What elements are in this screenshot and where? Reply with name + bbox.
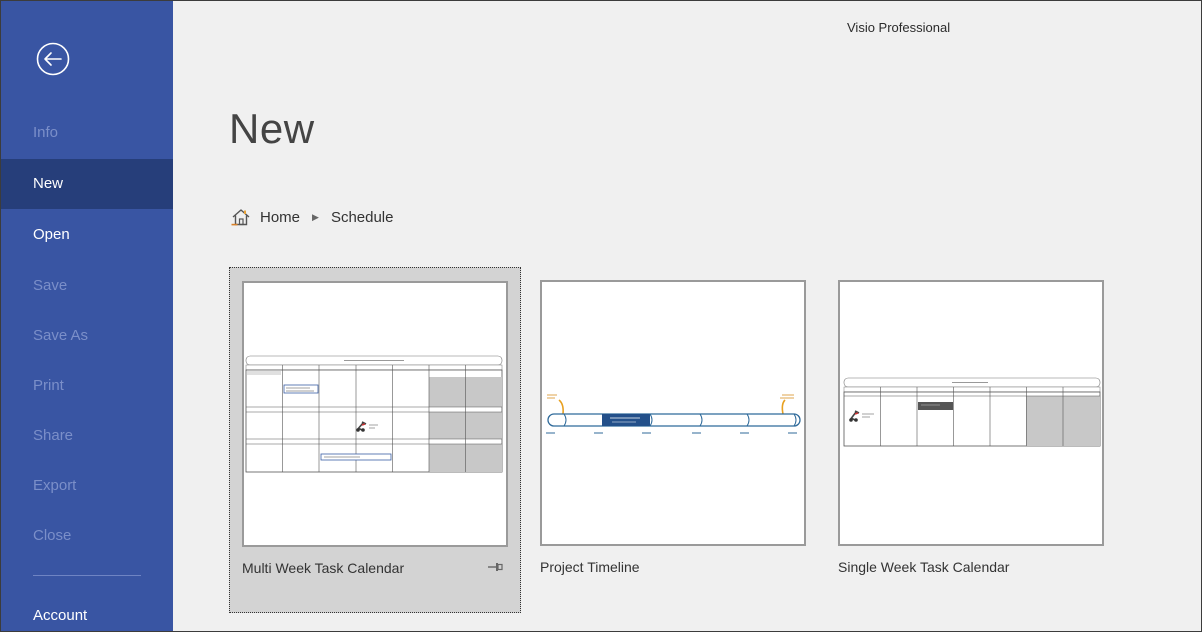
sidebar-item-share[interactable]: Share xyxy=(1,411,173,461)
calendar-preview-image xyxy=(245,355,503,473)
sidebar-item-new[interactable]: New xyxy=(1,159,173,209)
sidebar-item-print[interactable]: Print xyxy=(1,361,173,411)
template-thumbnail xyxy=(242,281,508,547)
triangle-right-icon: ▶ xyxy=(312,211,319,222)
sidebar-item-open[interactable]: Open xyxy=(1,210,173,260)
backstage-sidebar: Info New Open Save Save As Print Share E… xyxy=(1,1,173,631)
sidebar-item-save[interactable]: Save xyxy=(1,261,173,311)
page-title: New xyxy=(229,105,315,152)
back-arrow-icon xyxy=(36,42,70,76)
sidebar-divider xyxy=(33,575,141,576)
app-title: Visio Professional xyxy=(847,20,951,35)
sidebar-item-save-as[interactable]: Save As xyxy=(1,311,173,361)
template-label: Single Week Task Calendar xyxy=(838,559,1010,575)
pin-icon[interactable] xyxy=(487,560,503,574)
template-multi-week-task-calendar[interactable]: Multi Week Task Calendar xyxy=(229,267,521,613)
sidebar-item-info[interactable]: Info xyxy=(1,108,173,158)
backstage-window: Info New Open Save Save As Print Share E… xyxy=(0,0,1202,632)
template-thumbnail xyxy=(838,280,1104,546)
sidebar-item-account[interactable]: Account xyxy=(1,591,173,631)
week-calendar-preview-image xyxy=(843,377,1101,447)
sidebar-item-export[interactable]: Export xyxy=(1,461,173,511)
template-label: Multi Week Task Calendar xyxy=(242,560,405,576)
back-button[interactable] xyxy=(35,41,71,77)
breadcrumb-home[interactable]: Home xyxy=(260,209,300,226)
breadcrumb: Home ▶ Schedule xyxy=(231,206,394,228)
template-project-timeline[interactable]: Project Timeline xyxy=(528,267,820,613)
template-label: Project Timeline xyxy=(540,559,640,575)
home-icon[interactable] xyxy=(231,208,251,226)
breadcrumb-current: Schedule xyxy=(330,208,394,226)
template-thumbnail xyxy=(540,280,806,546)
timeline-preview-image xyxy=(546,394,801,434)
sidebar-item-close[interactable]: Close xyxy=(1,511,173,561)
template-single-week-task-calendar[interactable]: Single Week Task Calendar xyxy=(826,267,1118,613)
